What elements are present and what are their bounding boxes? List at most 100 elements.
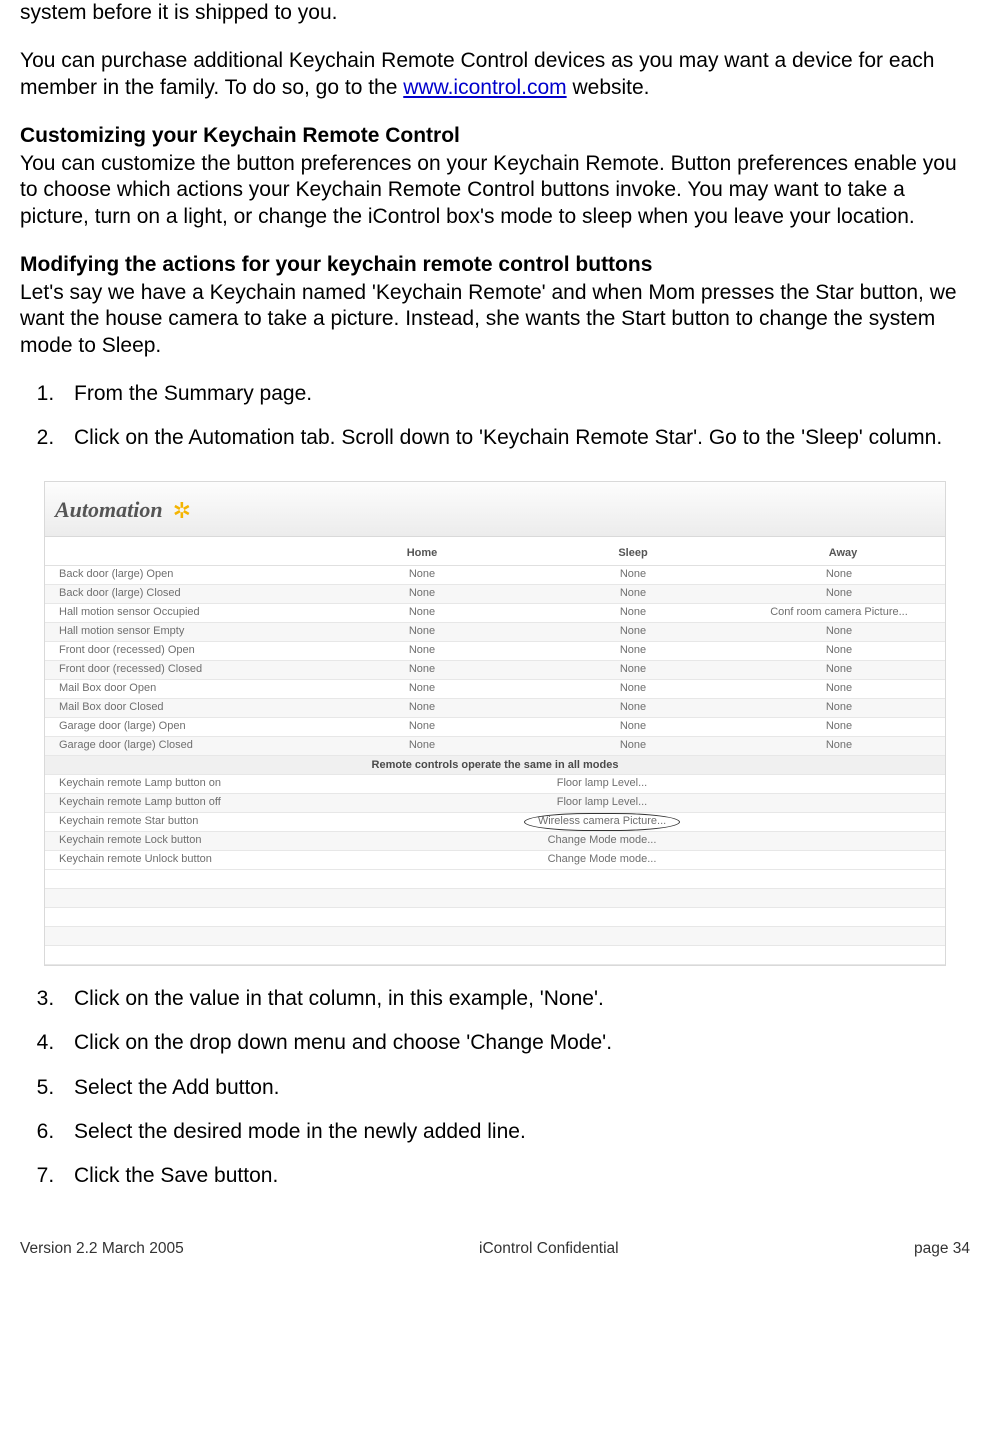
intro-fragment: system before it is shipped to you. — [20, 0, 970, 26]
cell-home[interactable]: None — [319, 625, 525, 639]
cell-action[interactable]: Change Mode mode... — [319, 853, 945, 867]
table-row[interactable]: Back door (large) ClosedNoneNoneNone — [45, 585, 945, 604]
cell-action[interactable]: Floor lamp Level... — [319, 796, 945, 810]
cell-action[interactable]: Wireless camera Picture... — [319, 815, 945, 829]
empty-row — [45, 908, 945, 927]
row-label: Keychain remote Unlock button — [45, 853, 319, 867]
table-row[interactable]: Front door (recessed) OpenNoneNoneNone — [45, 642, 945, 661]
section2-body: Let's say we have a Keychain named 'Keyc… — [20, 280, 970, 359]
purchase-post: website. — [567, 76, 650, 99]
cell-sleep[interactable]: None — [525, 625, 741, 639]
cell-sleep[interactable]: None — [525, 644, 741, 658]
automation-title: Automation — [55, 496, 163, 524]
cell-away[interactable]: None — [741, 739, 945, 753]
footer-page: page 34 — [914, 1239, 970, 1258]
cell-home[interactable]: None — [319, 720, 525, 734]
cell-home[interactable]: None — [319, 606, 525, 620]
cell-away[interactable]: None — [741, 644, 945, 658]
cell-sleep[interactable]: None — [525, 720, 741, 734]
cell-home[interactable]: None — [319, 663, 525, 677]
highlighted-action[interactable]: Wireless camera Picture... — [538, 815, 666, 829]
row-label: Front door (recessed) Open — [45, 644, 319, 658]
cell-home[interactable]: None — [319, 644, 525, 658]
row-label: Hall motion sensor Empty — [45, 625, 319, 639]
table-row[interactable]: Keychain remote Unlock buttonChange Mode… — [45, 851, 945, 870]
cell-home[interactable]: None — [319, 568, 525, 582]
purchase-para: You can purchase additional Keychain Rem… — [20, 48, 970, 101]
row-label: Front door (recessed) Closed — [45, 663, 319, 677]
icontrol-link[interactable]: www.icontrol.com — [403, 76, 566, 99]
footer-version: Version 2.2 March 2005 — [20, 1239, 184, 1258]
empty-row — [45, 889, 945, 908]
section1-body: You can customize the button preferences… — [20, 151, 970, 230]
steps-list-continued: Click on the value in that column, in th… — [20, 986, 970, 1189]
col-sleep: Sleep — [525, 547, 741, 561]
table-header: Home Sleep Away — [45, 537, 945, 566]
table-row[interactable]: Keychain remote Star button Wireless came… — [45, 813, 945, 832]
cell-sleep[interactable]: None — [525, 739, 741, 753]
row-label: Back door (large) Closed — [45, 587, 319, 601]
table-row[interactable]: Hall motion sensor EmptyNoneNoneNone — [45, 623, 945, 642]
table-row[interactable]: Garage door (large) OpenNoneNoneNone — [45, 718, 945, 737]
cell-sleep[interactable]: None — [525, 606, 741, 620]
steps-list: From the Summary page. Click on the Autom… — [20, 381, 970, 452]
table-row[interactable]: Keychain remote Lamp button onFloor lamp… — [45, 775, 945, 794]
row-label: Hall motion sensor Occupied — [45, 606, 319, 620]
table-row[interactable]: Hall motion sensor OccupiedNoneNoneConf … — [45, 604, 945, 623]
row-label: Garage door (large) Closed — [45, 739, 319, 753]
step-item: Click on the Automation tab. Scroll down… — [60, 425, 970, 451]
step-item: Select the Add button. — [60, 1075, 970, 1101]
table-row[interactable]: Back door (large) OpenNoneNoneNone — [45, 566, 945, 585]
cell-away[interactable]: None — [741, 663, 945, 677]
cell-sleep[interactable]: None — [525, 682, 741, 696]
section1-heading: Customizing your Keychain Remote Control — [20, 123, 970, 149]
cell-action[interactable]: Floor lamp Level... — [319, 777, 945, 791]
row-label: Mail Box door Closed — [45, 701, 319, 715]
step-item: Click on the value in that column, in th… — [60, 986, 970, 1012]
table-row[interactable]: Mail Box door OpenNoneNoneNone — [45, 680, 945, 699]
screenshot-header: Automation ✲ — [45, 482, 945, 537]
row-label: Keychain remote Lamp button on — [45, 777, 319, 791]
table-row[interactable]: Keychain remote Lock buttonChange Mode m… — [45, 832, 945, 851]
row-label: Keychain remote Star button — [45, 815, 319, 829]
table-row[interactable]: Front door (recessed) ClosedNoneNoneNone — [45, 661, 945, 680]
cell-away[interactable]: Conf room camera Picture... — [741, 606, 945, 620]
cell-home[interactable]: None — [319, 587, 525, 601]
remote-subheader: Remote controls operate the same in all … — [45, 756, 945, 775]
col-blank — [45, 547, 319, 561]
empty-row — [45, 927, 945, 946]
automation-screenshot: Automation ✲ Home Sleep Away Back door (… — [44, 481, 946, 966]
cell-action[interactable]: Change Mode mode... — [319, 834, 945, 848]
cell-away[interactable]: None — [741, 568, 945, 582]
cell-sleep[interactable]: None — [525, 587, 741, 601]
step-item: Click the Save button. — [60, 1163, 970, 1189]
cell-away[interactable]: None — [741, 625, 945, 639]
row-label: Keychain remote Lamp button off — [45, 796, 319, 810]
cell-home[interactable]: None — [319, 701, 525, 715]
cell-home[interactable]: None — [319, 739, 525, 753]
step-item: Select the desired mode in the newly add… — [60, 1119, 970, 1145]
remote-rows: Keychain remote Lamp button onFloor lamp… — [45, 775, 945, 870]
empty-row — [45, 870, 945, 889]
cell-away[interactable]: None — [741, 682, 945, 696]
table-row[interactable]: Keychain remote Lamp button offFloor lam… — [45, 794, 945, 813]
row-label: Mail Box door Open — [45, 682, 319, 696]
cell-away[interactable]: None — [741, 701, 945, 715]
col-home: Home — [319, 547, 525, 561]
cell-sleep[interactable]: None — [525, 663, 741, 677]
table-row[interactable]: Mail Box door ClosedNoneNoneNone — [45, 699, 945, 718]
cell-sleep[interactable]: None — [525, 701, 741, 715]
row-label: Keychain remote Lock button — [45, 834, 319, 848]
footer-confidential: iControl Confidential — [479, 1239, 619, 1258]
cell-home[interactable]: None — [319, 682, 525, 696]
col-away: Away — [741, 547, 945, 561]
cell-sleep[interactable]: None — [525, 568, 741, 582]
cell-away[interactable]: None — [741, 587, 945, 601]
row-label: Back door (large) Open — [45, 568, 319, 582]
step-item: Click on the drop down menu and choose '… — [60, 1030, 970, 1056]
step-item: From the Summary page. — [60, 381, 970, 407]
empty-row — [45, 946, 945, 965]
table-row[interactable]: Garage door (large) ClosedNoneNoneNone — [45, 737, 945, 756]
cell-away[interactable]: None — [741, 720, 945, 734]
row-label: Garage door (large) Open — [45, 720, 319, 734]
